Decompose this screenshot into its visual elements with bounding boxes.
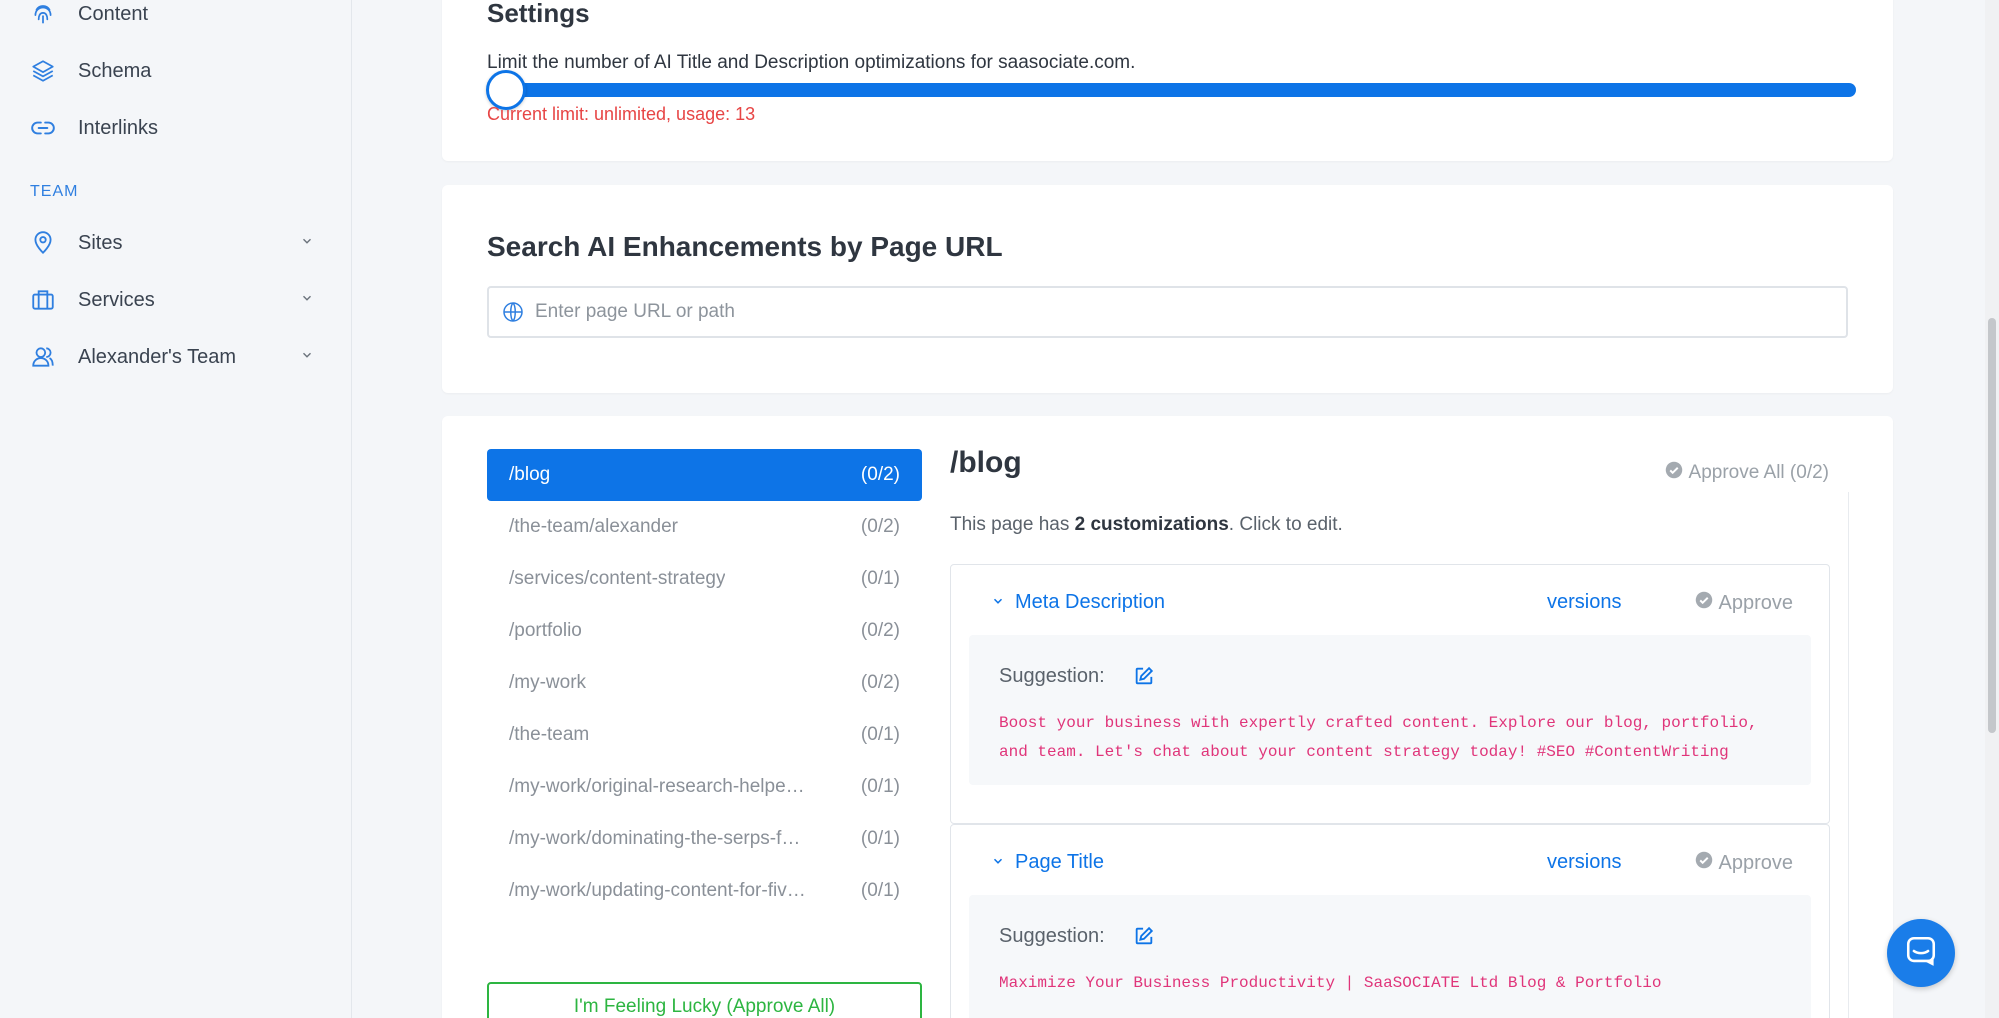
suggestion-text[interactable]: Boost your business with expertly crafte… — [999, 709, 1789, 767]
url-count: (0/1) — [860, 880, 900, 901]
feeling-lucky-button[interactable]: I'm Feeling Lucky (Approve All) — [487, 982, 922, 1018]
card-title: Page Title — [1015, 851, 1104, 873]
url-count: (0/2) — [860, 516, 900, 537]
briefcase-icon — [28, 285, 58, 315]
sidebar-item-label: Schema — [78, 59, 152, 82]
approve-button[interactable]: Approve — [1695, 591, 1794, 615]
url-count: (0/2) — [860, 672, 900, 693]
sidebar-item-label: Content — [78, 2, 149, 25]
chevron-down-icon — [991, 851, 1005, 874]
fingerprint-icon — [28, 0, 58, 29]
cards-scroll-area — [1848, 492, 1870, 1018]
url-count: (0/2) — [860, 464, 900, 485]
detail-title: /blog — [950, 446, 1022, 479]
sidebar-item-label: Services — [78, 288, 155, 311]
url-path: /my-work — [509, 672, 587, 693]
url-count: (0/1) — [860, 568, 900, 589]
url-path: /services/content-strategy — [509, 568, 726, 589]
chat-icon — [1904, 934, 1938, 973]
limit-slider-track[interactable] — [492, 83, 1856, 97]
url-item[interactable]: /portfolio (0/2) — [487, 605, 922, 657]
suggestion-text[interactable]: Maximize Your Business Productivity | Sa… — [999, 969, 1789, 998]
globe-icon — [501, 300, 525, 324]
meta-description-toggle[interactable]: Meta Description — [991, 591, 1165, 614]
suggestion-box: Suggestion: Boost your business with exp… — [969, 635, 1811, 785]
page-info: This page has 2 customizations. Click to… — [950, 514, 1343, 536]
sidebar-item-sites[interactable]: Sites — [28, 223, 318, 263]
approve-all-button[interactable]: Approve All (0/2) — [1665, 461, 1829, 485]
customization-count: 2 customizations — [1074, 514, 1229, 535]
settings-title: Settings — [487, 0, 590, 28]
page-title-toggle[interactable]: Page Title — [991, 851, 1104, 874]
meta-description-card: Meta Description versions Approve Sugges… — [950, 564, 1830, 824]
sidebar-item-interlinks[interactable]: Interlinks — [28, 108, 318, 148]
url-path: /my-work/updating-content-for-fiv… — [509, 880, 806, 901]
check-circle-icon — [1695, 591, 1713, 615]
team-heading: TEAM — [30, 183, 79, 200]
url-count: (0/2) — [860, 620, 900, 641]
edit-icon[interactable] — [1133, 665, 1155, 692]
users-icon — [28, 342, 58, 372]
sidebar-item-content[interactable]: Content — [28, 0, 318, 34]
url-item[interactable]: /blog (0/2) — [487, 449, 922, 501]
url-path: /the-team — [509, 724, 590, 745]
approve-label: Approve — [1718, 851, 1794, 874]
suggestion-box: Suggestion: Maximize Your Business Produ… — [969, 895, 1811, 1018]
edit-icon[interactable] — [1133, 925, 1155, 952]
versions-link[interactable]: versions — [1547, 851, 1621, 874]
url-item[interactable]: /services/content-strategy (0/1) — [487, 553, 922, 605]
approve-button[interactable]: Approve — [1695, 851, 1794, 875]
suggestion-label: Suggestion: — [999, 925, 1105, 947]
scrollbar-thumb[interactable] — [1988, 318, 1996, 733]
limit-description: Limit the number of AI Title and Descrip… — [487, 52, 1136, 73]
map-pin-icon — [28, 228, 58, 258]
chevron-down-icon — [991, 591, 1005, 614]
sidebar-item-services[interactable]: Services — [28, 280, 318, 320]
check-circle-icon — [1695, 851, 1713, 875]
link-icon — [28, 113, 58, 143]
page-title-card: Page Title versions Approve Suggestion: … — [950, 824, 1830, 1018]
url-item[interactable]: /my-work/dominating-the-serps-f… (0/1) — [487, 813, 922, 865]
page-scrollbar[interactable] — [1985, 0, 1999, 1018]
sidebar-item-label: Alexander's Team — [78, 345, 236, 368]
sidebar-item-schema[interactable]: Schema — [28, 51, 318, 91]
settings-panel: Settings Limit the number of AI Title an… — [442, 0, 1893, 161]
search-input[interactable] — [535, 301, 1835, 323]
page-info-prefix: This page has — [950, 514, 1075, 535]
suggestion-label: Suggestion: — [999, 665, 1105, 687]
versions-link[interactable]: versions — [1547, 591, 1621, 614]
url-item[interactable]: /my-work/original-research-helpe… (0/1) — [487, 761, 922, 813]
url-item[interactable]: /my-work/updating-content-for-fiv… (0/1) — [487, 865, 922, 917]
approve-all-label: Approve All (0/2) — [1688, 462, 1829, 483]
sidebar-item-label: Sites — [78, 231, 123, 254]
url-item[interactable]: /the-team/alexander (0/2) — [487, 501, 922, 553]
search-box[interactable] — [487, 286, 1848, 338]
approve-label: Approve — [1718, 591, 1794, 614]
url-count: (0/1) — [860, 828, 900, 849]
url-path: /blog — [509, 464, 551, 485]
url-item[interactable]: /my-work (0/2) — [487, 657, 922, 709]
url-count: (0/1) — [860, 776, 900, 797]
url-path: /my-work/dominating-the-serps-f… — [509, 828, 801, 849]
check-circle-icon — [1665, 461, 1683, 485]
search-panel: Search AI Enhancements by Page URL — [442, 185, 1893, 393]
sidebar-item-alexanders-team[interactable]: Alexander's Team — [28, 337, 318, 377]
url-path: /the-team/alexander — [509, 516, 678, 537]
chevron-down-icon — [300, 291, 314, 310]
url-path: /portfolio — [509, 620, 582, 641]
sidebar: Content Schema Interlinks TEAM Sites Ser… — [0, 0, 352, 1018]
url-item[interactable]: /the-team (0/1) — [487, 709, 922, 761]
sidebar-item-label: Interlinks — [78, 116, 159, 139]
chat-launcher-button[interactable] — [1887, 919, 1955, 987]
url-path: /my-work/original-research-helpe… — [509, 776, 805, 797]
chevron-down-icon — [300, 348, 314, 367]
limit-status: Current limit: unlimited, usage: 13 — [487, 104, 756, 124]
chevron-down-icon — [300, 234, 314, 253]
enhancements-panel: /blog (0/2) /the-team/alexander (0/2) /s… — [442, 416, 1893, 1018]
layers-icon — [28, 56, 58, 86]
card-title: Meta Description — [1015, 591, 1166, 613]
page-info-suffix: . Click to edit. — [1228, 514, 1343, 535]
url-count: (0/1) — [860, 724, 900, 745]
search-title: Search AI Enhancements by Page URL — [487, 231, 1003, 262]
